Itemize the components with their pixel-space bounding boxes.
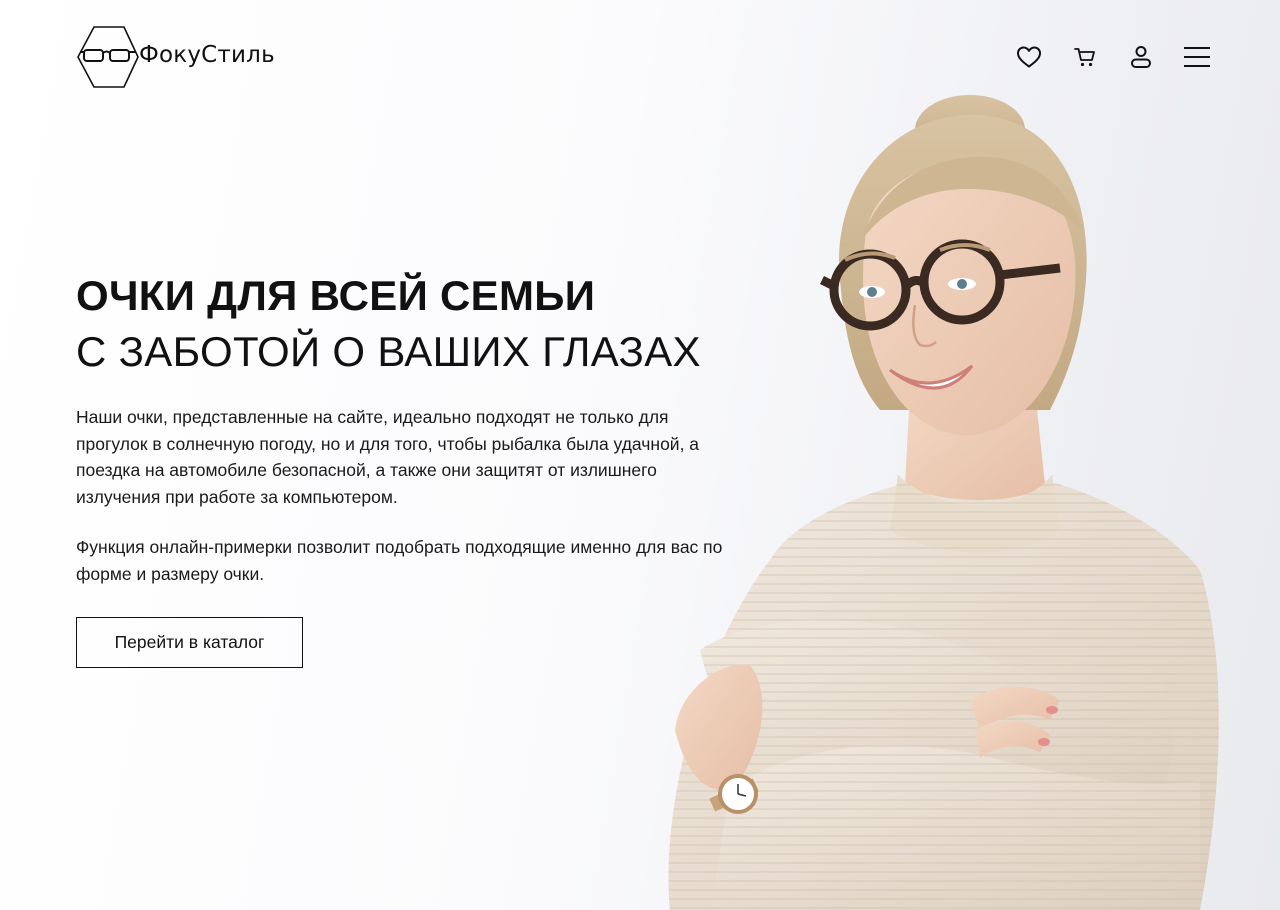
menu-icon	[1184, 47, 1210, 67]
go-to-catalog-button[interactable]: Перейти в каталог	[76, 617, 303, 668]
hero-title: ОЧКИ ДЛЯ ВСЕЙ СЕМЬИ	[76, 272, 596, 319]
cart-button[interactable]	[1068, 40, 1102, 74]
header-actions	[1012, 40, 1214, 74]
hero-fitting-note: Функция онлайн-примерки позволит подобра…	[76, 537, 723, 584]
menu-button[interactable]	[1180, 40, 1214, 74]
user-icon	[1131, 46, 1151, 68]
cart-icon	[1074, 48, 1095, 67]
logo[interactable]: ФокуСтиль	[76, 25, 276, 89]
glasses-hexagon-icon	[77, 26, 139, 88]
hero-subtitle: С ЗАБОТОЙ О ВАШИХ ГЛАЗАХ	[76, 328, 701, 375]
hero-section: ОЧКИ ДЛЯ ВСЕЙ СЕМЬИ С ЗАБОТОЙ О ВАШИХ ГЛ…	[76, 270, 756, 668]
heart-icon	[1017, 46, 1041, 68]
hero-description: Наши очки, представленные на сайте, идеа…	[76, 407, 700, 507]
brand-name: ФокуСтиль	[139, 42, 275, 68]
favorites-button[interactable]	[1012, 40, 1046, 74]
account-button[interactable]	[1124, 40, 1158, 74]
